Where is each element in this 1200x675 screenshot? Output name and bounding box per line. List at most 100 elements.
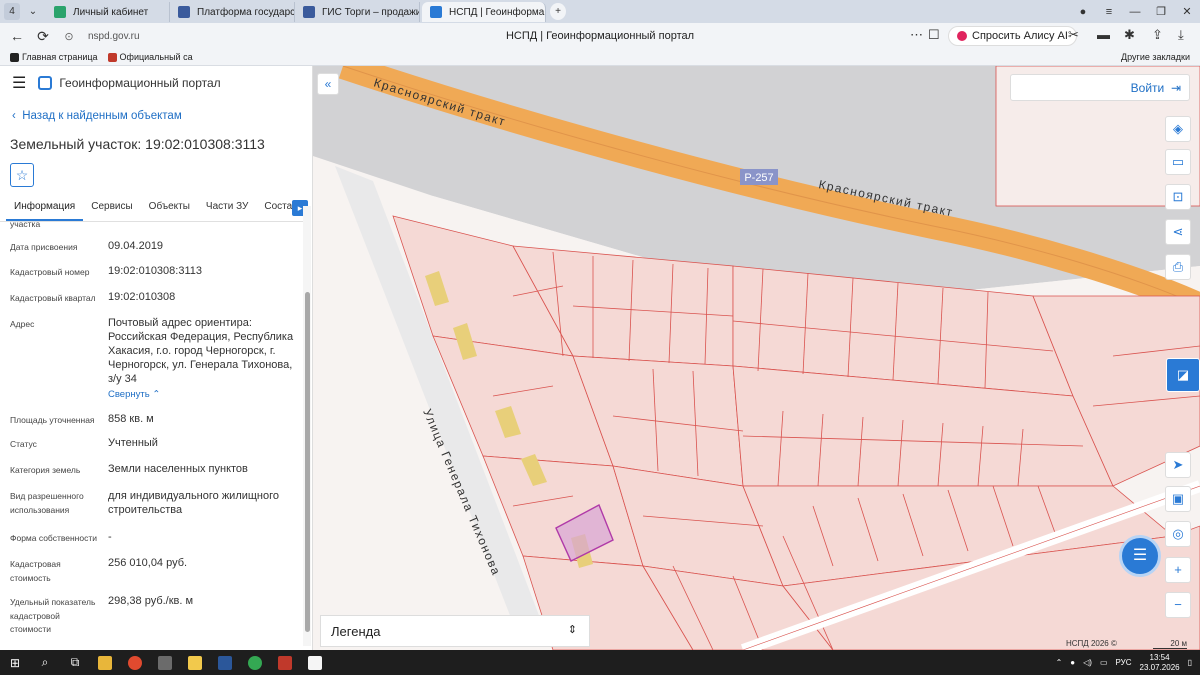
map-canvas[interactable]: Р-257 Красноярский тракт Красноярский тр…: [313, 66, 1200, 650]
back-arrow-icon[interactable]: ←: [4, 28, 30, 44]
hamburger-menu-icon[interactable]: ☰: [12, 73, 26, 93]
row-label: Форма собственности: [10, 533, 97, 543]
bookmark-home[interactable]: Главная страница: [10, 52, 98, 62]
download-icon[interactable]: ⤓: [1178, 27, 1184, 43]
close-window-icon[interactable]: ✕: [1174, 5, 1200, 18]
collapse-panel-icon[interactable]: «: [317, 73, 339, 95]
word-icon[interactable]: [210, 650, 240, 675]
url-text[interactable]: nspd.gov.ru: [88, 31, 140, 42]
tab-personal-cabinet[interactable]: Личный кабинет: [46, 2, 170, 22]
login-box: Войти ⇥: [1010, 74, 1190, 101]
tab-information[interactable]: Информация: [6, 199, 84, 221]
map-view[interactable]: Р-257 Красноярский тракт Красноярский тр…: [313, 66, 1200, 650]
windows-start-icon[interactable]: ⊞: [0, 650, 30, 675]
gov-emblem-icon: [178, 6, 190, 18]
document-icon[interactable]: [300, 650, 330, 675]
extension-icon[interactable]: ✂: [1068, 27, 1079, 43]
row-value: 256 010,04 руб.: [108, 557, 188, 569]
row-value: 298,38 руб./кв. м: [108, 595, 194, 607]
yandex-browser-icon[interactable]: [120, 650, 150, 675]
tray-arrow-icon[interactable]: ⌃: [1056, 658, 1063, 667]
locate-icon[interactable]: ➤: [1165, 452, 1191, 478]
row-value: Земли населенных пунктов: [108, 463, 248, 475]
chevron-left-icon: ‹: [12, 110, 23, 122]
row-label: Дата присвоения: [10, 242, 78, 252]
network-icon[interactable]: ▭: [1100, 658, 1108, 667]
other-bookmarks[interactable]: Другие закладки: [1121, 52, 1190, 62]
share-icon[interactable]: ⇪: [1152, 27, 1163, 43]
tab-gis-torgi[interactable]: ГИС Торги – продажи гос: [295, 2, 420, 22]
bookmark-icon[interactable]: ☐: [928, 27, 940, 43]
more-icon[interactable]: ⋯: [910, 27, 923, 43]
browser-window: 4 ⌄ Личный кабинет Платформа государстве…: [0, 0, 1200, 675]
minimize-icon[interactable]: —: [1122, 6, 1148, 18]
geo-search-icon[interactable]: ◎: [1165, 521, 1191, 547]
object-title: Земельный участок: 19:02:010308:3113: [10, 136, 265, 152]
puzzle-icon[interactable]: ✱: [1124, 27, 1135, 43]
new-tab-icon[interactable]: +: [550, 3, 566, 20]
taskbar-search-icon[interactable]: ⌕: [30, 650, 60, 675]
zoom-in-icon[interactable]: +: [1165, 557, 1191, 583]
back-link-label: Назад к найденным объектам: [22, 110, 182, 122]
print-icon[interactable]: ⎙: [1165, 254, 1191, 280]
tab-parts[interactable]: Части ЗУ: [198, 199, 256, 221]
row-value: -: [108, 531, 112, 543]
language-indicator[interactable]: РУС: [1116, 658, 1132, 667]
assistant-widget-icon[interactable]: ◪: [1166, 358, 1200, 392]
lock-icon[interactable]: ⊙: [56, 30, 82, 43]
basemap-icon[interactable]: ▣: [1165, 486, 1191, 512]
chrome-icon[interactable]: [240, 650, 270, 675]
reload-icon[interactable]: ⟳: [30, 28, 56, 45]
row-label: Адрес: [10, 319, 35, 329]
scrollbar-thumb[interactable]: [305, 292, 310, 632]
ruler-icon[interactable]: ▭: [1165, 149, 1191, 175]
legend-panel[interactable]: Легенда ⇕: [320, 615, 590, 647]
ask-alice-button[interactable]: Спросить Алису AI: [948, 26, 1077, 46]
login-icon: ⇥: [1170, 81, 1181, 95]
row-label: Кадастровый номер: [10, 267, 90, 277]
sidebar-scrollbar[interactable]: [303, 206, 311, 646]
info-tabs: Информация Сервисы Объекты Части ЗУ Сост…: [0, 199, 312, 221]
red-app-icon[interactable]: [270, 650, 300, 675]
scale-bar: 20 м: [1153, 639, 1187, 649]
row-label: участка: [10, 222, 41, 229]
tabs-dropdown-icon[interactable]: ⌄: [24, 3, 42, 20]
profile-icon[interactable]: ●: [1070, 6, 1096, 18]
chevron-up-icon: ⌃: [152, 389, 161, 400]
menu-icon[interactable]: ≡: [1096, 6, 1122, 18]
bookmark-official[interactable]: Официальный са: [107, 52, 193, 62]
row-value: Учтенный: [108, 437, 158, 449]
favorite-star-icon[interactable]: ☆: [10, 163, 34, 187]
system-tray: ⌃ ● ◁) ▭ РУС 13:54 23.07.2026 ▯: [1056, 650, 1200, 675]
layers-icon[interactable]: ◈: [1165, 116, 1191, 142]
clock[interactable]: 13:54 23.07.2026: [1140, 653, 1180, 673]
login-button[interactable]: Войти ⇥: [1131, 81, 1181, 95]
zoom-out-icon[interactable]: −: [1165, 592, 1191, 618]
tab-objects[interactable]: Объекты: [141, 199, 198, 221]
row-label: Статус: [10, 439, 37, 449]
app-icon[interactable]: [150, 650, 180, 675]
select-area-icon[interactable]: ⊡: [1165, 184, 1191, 210]
maximize-icon[interactable]: ❐: [1148, 5, 1174, 18]
notifications-icon[interactable]: ▯: [1188, 658, 1192, 667]
explorer-icon[interactable]: [90, 650, 120, 675]
row-label: Кадастровая стоимость: [10, 559, 61, 583]
notes-icon[interactable]: [180, 650, 210, 675]
collapse-link[interactable]: Свернуть ⌃: [108, 388, 296, 402]
hat-icon[interactable]: ▬: [1097, 27, 1110, 42]
tab-gov-platform[interactable]: Платформа государственн: [170, 2, 295, 22]
chevron-updown-icon[interactable]: ⇕: [568, 623, 577, 636]
mic-icon[interactable]: ●: [1070, 658, 1075, 667]
tab-nspd[interactable]: НСПД | Геоинформаци ✕: [422, 2, 546, 22]
chat-icon[interactable]: ☰: [1119, 535, 1161, 577]
volume-icon[interactable]: ◁): [1083, 658, 1092, 667]
back-to-results-link[interactable]: ‹ Назад к найденным объектам: [12, 110, 182, 122]
map-attribution: НСПД 2026 ©: [1066, 639, 1117, 648]
tab-services[interactable]: Сервисы: [83, 199, 140, 221]
task-view-icon[interactable]: ⧉: [60, 650, 90, 675]
bookmark-label: Официальный са: [119, 52, 193, 62]
row-value: 858 кв. м: [108, 413, 154, 425]
official-bookmark-icon: [107, 52, 117, 62]
share-map-icon[interactable]: ⋖: [1165, 219, 1191, 245]
tab-counter[interactable]: 4: [4, 3, 20, 20]
